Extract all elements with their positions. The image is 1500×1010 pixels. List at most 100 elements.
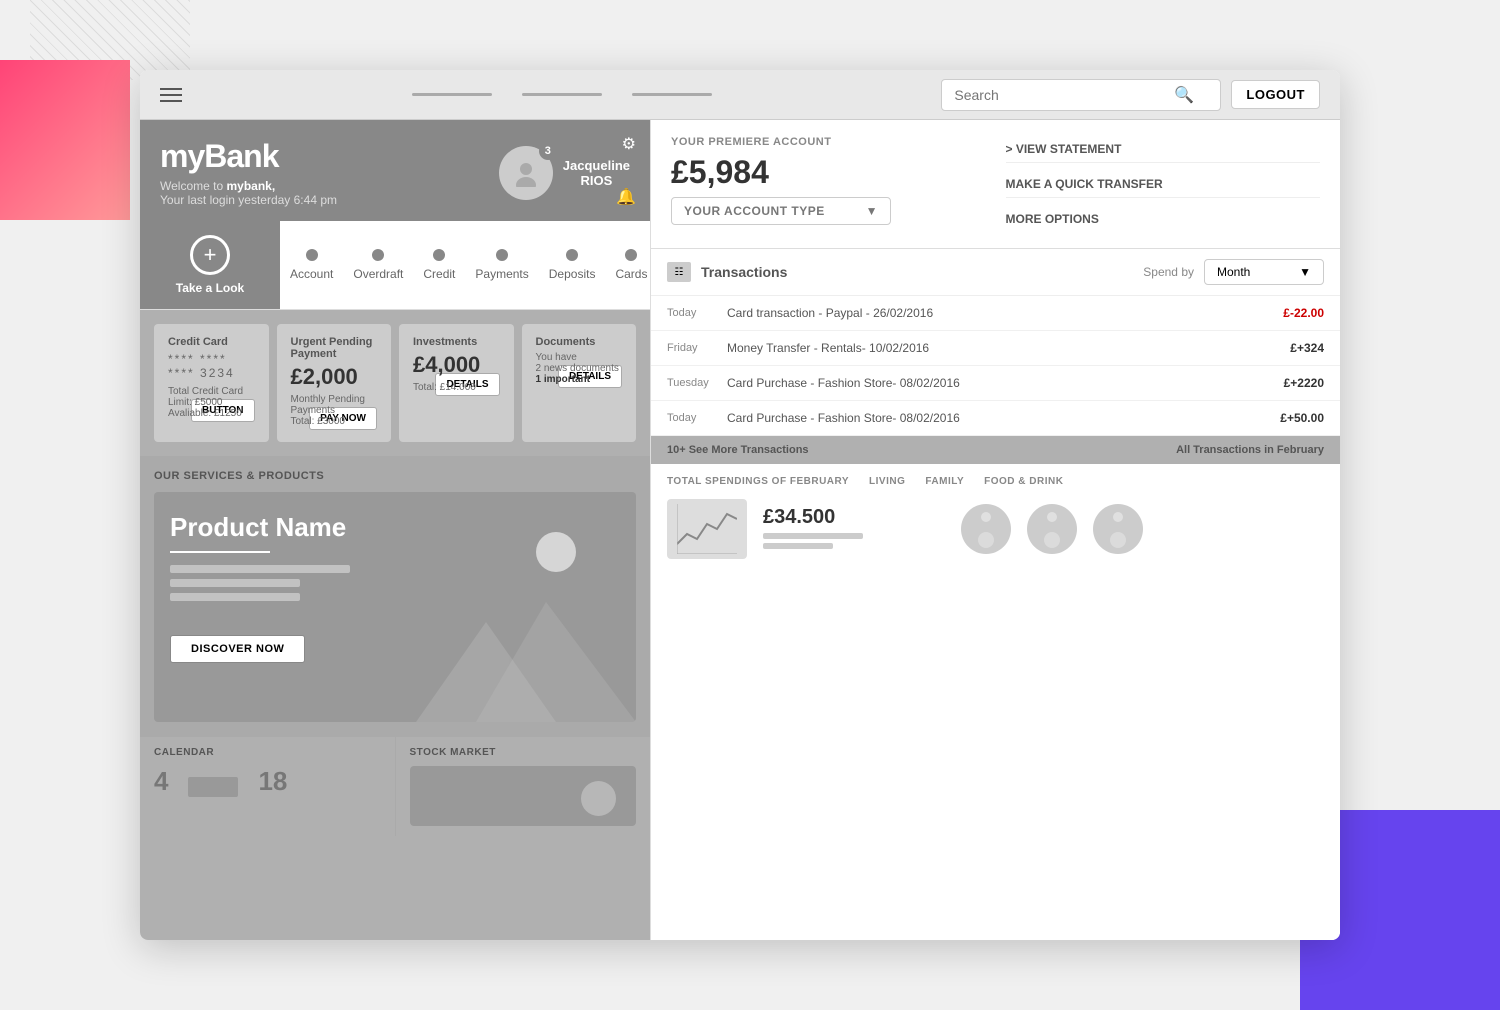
browser-tab-3 bbox=[632, 93, 712, 96]
spending-chart bbox=[667, 499, 747, 559]
view-statement-link[interactable]: > VIEW STATEMENT bbox=[1006, 136, 1321, 163]
month-dropdown[interactable]: Month ▼ bbox=[1204, 259, 1324, 285]
more-options-link[interactable]: MORE OPTIONS bbox=[1006, 206, 1321, 232]
bank-header: myBank Welcome to mybank, Your last logi… bbox=[140, 120, 650, 221]
tab-credit[interactable]: Credit bbox=[413, 221, 465, 309]
transaction-row-3: Today Card Purchase - Fashion Store- 08/… bbox=[651, 401, 1340, 436]
calendar-bar bbox=[188, 777, 238, 797]
tab-cards-label: Cards bbox=[615, 267, 647, 281]
product-card: Product Name DISCOVER NOW bbox=[154, 492, 636, 722]
tab-account-dot bbox=[306, 249, 318, 261]
trans-desc-0: Card transaction - Paypal - 26/02/2016 bbox=[727, 306, 1273, 320]
account-balance: £5,984 bbox=[671, 154, 986, 191]
spendings-section: TOTAL SPENDINGS OF FEBRUARY LIVING FAMIL… bbox=[651, 464, 1340, 571]
tab-account-label: Account bbox=[290, 267, 333, 281]
plus-circle-icon: + bbox=[190, 235, 230, 275]
user-name-line1: Jacqueline bbox=[563, 158, 630, 173]
gear-icon[interactable]: ⚙ bbox=[622, 134, 636, 154]
mountain-decoration bbox=[416, 572, 636, 722]
cards-section: Credit Card **** **** **** 3234 Total Cr… bbox=[140, 310, 650, 456]
calendar-num2: 18 bbox=[258, 766, 287, 797]
search-icon: 🔍 bbox=[1174, 85, 1194, 105]
bank-welcome: Welcome to mybank, Your last login yeste… bbox=[160, 179, 337, 207]
documents-title: Documents bbox=[536, 336, 623, 348]
tab-payments-dot bbox=[496, 249, 508, 261]
avatar-container: 3 bbox=[499, 146, 553, 200]
account-main: YOUR PREMIERE ACCOUNT £5,984 YOUR ACCOUN… bbox=[671, 136, 986, 232]
account-info: YOUR PREMIERE ACCOUNT £5,984 YOUR ACCOUN… bbox=[651, 120, 1340, 249]
tab-take-look[interactable]: + Take a Look bbox=[140, 221, 280, 309]
sun-decoration bbox=[536, 532, 576, 572]
logout-button[interactable]: LOGOUT bbox=[1231, 80, 1320, 109]
category-item-food bbox=[1093, 504, 1143, 554]
tab-deposits-dot bbox=[566, 249, 578, 261]
trans-amount-2: £+2220 bbox=[1284, 376, 1324, 390]
discover-button[interactable]: DISCOVER NOW bbox=[170, 635, 305, 663]
tab-payments[interactable]: Payments bbox=[465, 221, 538, 309]
transactions-header: ☷ Transactions Spend by Month ▼ bbox=[651, 249, 1340, 296]
calendar-numbers: 4 18 bbox=[154, 766, 381, 797]
transactions-icon: ☷ bbox=[667, 262, 691, 282]
trans-amount-0: £-22.00 bbox=[1283, 306, 1324, 320]
services-title: OUR SERVICES & PRODUCTS bbox=[154, 470, 636, 482]
browser-chrome: 🔍 LOGOUT bbox=[140, 70, 1340, 120]
documents-widget: Documents You have 2 news documents 1 im… bbox=[522, 324, 637, 442]
category-circle-living bbox=[961, 504, 1011, 554]
credit-card-title: Credit Card bbox=[168, 336, 255, 348]
spending-bar-1 bbox=[763, 533, 863, 539]
browser-tab-2 bbox=[522, 93, 602, 96]
trans-day-1: Friday bbox=[667, 342, 717, 354]
category-family: FAMILY bbox=[925, 476, 964, 487]
tab-deposits-label: Deposits bbox=[549, 267, 596, 281]
spendings-body: £34.500 bbox=[667, 499, 1324, 559]
category-living: LIVING bbox=[869, 476, 905, 487]
services-section: OUR SERVICES & PRODUCTS Product Name DIS… bbox=[140, 456, 650, 736]
transactions-panel: ☷ Transactions Spend by Month ▼ Today Ca… bbox=[651, 249, 1340, 940]
search-input[interactable] bbox=[954, 87, 1174, 103]
see-more-link[interactable]: 10+ See More Transactions bbox=[667, 444, 809, 456]
calendar-title: CALENDAR bbox=[154, 747, 381, 758]
account-type-label: YOUR ACCOUNT TYPE bbox=[684, 204, 825, 218]
stock-chart-placeholder bbox=[410, 766, 637, 826]
spending-bar-2 bbox=[763, 543, 833, 549]
tab-credit-dot bbox=[433, 249, 445, 261]
product-desc-line2 bbox=[170, 579, 300, 587]
bank-logo: myBank bbox=[160, 138, 337, 175]
bottom-widgets: CALENDAR 4 18 STOCK MARKET bbox=[140, 736, 650, 836]
search-box[interactable]: 🔍 bbox=[941, 79, 1221, 111]
hamburger-icon[interactable] bbox=[160, 88, 182, 102]
tab-account[interactable]: Account bbox=[280, 221, 343, 309]
notification-badge: 3 bbox=[539, 142, 557, 160]
tab-credit-label: Credit bbox=[423, 267, 455, 281]
tab-overdraft[interactable]: Overdraft bbox=[343, 221, 413, 309]
urgent-payment-amount: £2,000 bbox=[291, 364, 378, 390]
user-name-line2: RIOS bbox=[563, 173, 630, 188]
spend-by-label: Spend by bbox=[1143, 265, 1194, 279]
quick-transfer-link[interactable]: MAKE A QUICK TRANSFER bbox=[1006, 171, 1321, 198]
account-premiere-label: YOUR PREMIERE ACCOUNT bbox=[671, 136, 986, 148]
spendings-title: TOTAL SPENDINGS OF FEBRUARY bbox=[667, 476, 849, 487]
product-desc-line3 bbox=[170, 593, 300, 601]
credit-card-widget: Credit Card **** **** **** 3234 Total Cr… bbox=[154, 324, 269, 442]
trans-day-0: Today bbox=[667, 307, 717, 319]
all-transactions-link[interactable]: All Transactions in February bbox=[1176, 444, 1324, 456]
bg-pink-rectangle bbox=[0, 60, 130, 220]
credit-card-available: Avaliable: £1250 bbox=[168, 408, 255, 419]
right-panel: YOUR PREMIERE ACCOUNT £5,984 YOUR ACCOUN… bbox=[650, 120, 1340, 940]
tab-deposits[interactable]: Deposits bbox=[539, 221, 606, 309]
account-actions: > VIEW STATEMENT MAKE A QUICK TRANSFER M… bbox=[1006, 136, 1321, 232]
account-type-dropdown[interactable]: YOUR ACCOUNT TYPE ▼ bbox=[671, 197, 891, 225]
spendings-header: TOTAL SPENDINGS OF FEBRUARY LIVING FAMIL… bbox=[667, 476, 1324, 487]
calendar-num1: 4 bbox=[154, 766, 168, 797]
tab-overdraft-dot bbox=[372, 249, 384, 261]
chevron-down-icon: ▼ bbox=[866, 204, 878, 218]
spending-chart-lines bbox=[763, 533, 945, 549]
see-more-row: 10+ See More Transactions All Transactio… bbox=[651, 436, 1340, 464]
category-item-family bbox=[1027, 504, 1077, 554]
categories-row bbox=[961, 504, 1324, 554]
tab-cards-dot bbox=[625, 249, 637, 261]
investments-widget: Investments £4,000 Total: £14.000 DETAIL… bbox=[399, 324, 514, 442]
trans-amount-3: £+50.00 bbox=[1280, 411, 1324, 425]
transaction-row-0: Today Card transaction - Paypal - 26/02/… bbox=[651, 296, 1340, 331]
bell-icon[interactable]: 🔔 bbox=[616, 187, 636, 207]
